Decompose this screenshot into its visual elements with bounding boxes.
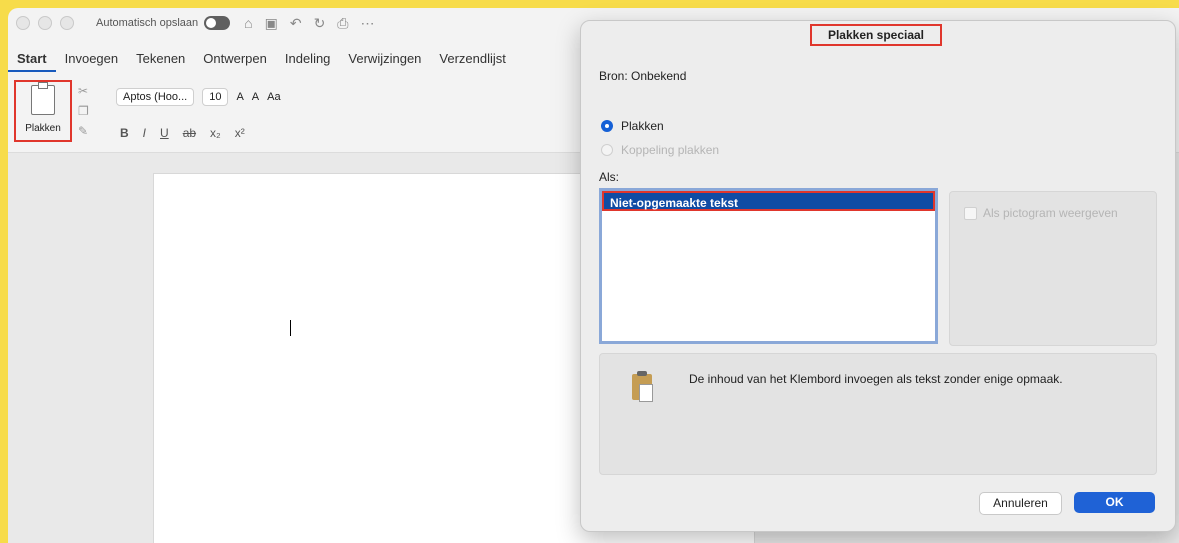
tab-verzendlijst[interactable]: Verzendlijst [430,48,514,72]
autosave[interactable]: Automatisch opslaan [96,16,231,30]
radio-paste-label: Plakken [621,119,664,133]
zoom-icon[interactable] [60,16,74,30]
radio-paste-link-label: Koppeling plakken [621,143,720,157]
cut-icon[interactable]: ✂ [78,84,89,98]
source-value: Onbekend [631,69,687,83]
source-row: Bron: Onbekend [599,69,686,83]
source-label: Bron: [599,69,628,83]
radio-paste[interactable]: Plakken [601,119,664,133]
font-controls: Aptos (Hoo... 10 A A Aa [116,88,281,106]
ribbon-tabs: Start Invoegen Tekenen Ontwerpen Indelin… [8,48,515,72]
underline-icon[interactable]: U [160,126,169,140]
change-case-button[interactable]: Aa [267,91,280,103]
list-item-unformatted-text[interactable]: Niet-opgemaakte tekst [602,191,935,211]
redo-icon[interactable]: ↻ [314,15,326,32]
tab-ontwerpen[interactable]: Ontwerpen [194,48,276,72]
font-size-select[interactable]: 10 [202,88,229,106]
window-controls[interactable] [16,16,74,30]
clipboard-tools: ✂ ❐ ✎ [78,84,89,138]
save-icon[interactable]: ▣ [265,15,278,32]
checkbox-icon[interactable] [964,206,977,220]
minimize-icon[interactable] [38,16,52,30]
show-as-icon-checkbox[interactable]: Als pictogram weergeven [964,206,1118,220]
strikethrough-icon[interactable]: ab [183,126,196,140]
background-strip [0,0,1179,8]
dialog-title: Plakken speciaal [810,24,942,46]
show-as-icon-label: Als pictogram weergeven [983,206,1118,220]
paste-button[interactable]: Plakken [14,80,72,142]
home-icon[interactable]: ⌂ [244,15,252,32]
cancel-button[interactable]: Annuleren [979,492,1062,515]
radio-selected-icon[interactable] [601,120,613,132]
clipboard-icon [31,82,55,115]
text-cursor [290,320,291,336]
tab-tekenen[interactable]: Tekenen [127,48,194,72]
icon-options-panel: Als pictogram weergeven [949,191,1157,346]
format-controls: B I U ab x₂ x² [120,126,245,140]
paste-label: Plakken [25,123,61,134]
undo-icon[interactable]: ↶ [290,15,302,32]
tab-start[interactable]: Start [8,48,56,72]
radio-paste-link[interactable]: Koppeling plakken [601,143,719,157]
ok-button[interactable]: OK [1074,492,1155,513]
autosave-toggle[interactable] [204,16,231,30]
tab-verwijzingen[interactable]: Verwijzingen [339,48,430,72]
tab-invoegen[interactable]: Invoegen [56,48,128,72]
close-icon[interactable] [16,16,30,30]
more-icon[interactable]: ⋯ [361,15,375,32]
clipboard-paste-icon [632,371,653,402]
tab-indeling[interactable]: Indeling [276,48,340,72]
quick-access-toolbar: ⌂ ▣ ↶ ↻ ⎙ ⋯ [244,15,374,32]
paste-special-dialog: Plakken speciaal Bron: Onbekend Plakken … [580,20,1176,532]
bold-icon[interactable]: B [120,126,129,140]
format-painter-icon[interactable]: ✎ [78,124,89,138]
paste-as-list[interactable]: Niet-opgemaakte tekst [599,188,938,344]
subscript-icon[interactable]: x₂ [210,126,221,140]
print-icon[interactable]: ⎙ [337,15,348,32]
as-label: Als: [599,170,620,184]
superscript-icon[interactable]: x² [235,126,245,140]
autosave-label: Automatisch opslaan [96,17,199,29]
font-name-select[interactable]: Aptos (Hoo... [116,88,195,106]
radio-unselected-icon[interactable] [601,144,613,156]
copy-icon[interactable]: ❐ [78,104,89,118]
grow-font-icon[interactable]: A [236,91,243,103]
shrink-font-icon[interactable]: A [252,91,259,103]
result-description-panel: De inhoud van het Klembord invoegen als … [599,353,1157,475]
italic-icon[interactable]: I [143,126,146,140]
result-description: De inhoud van het Klembord invoegen als … [689,372,1063,386]
